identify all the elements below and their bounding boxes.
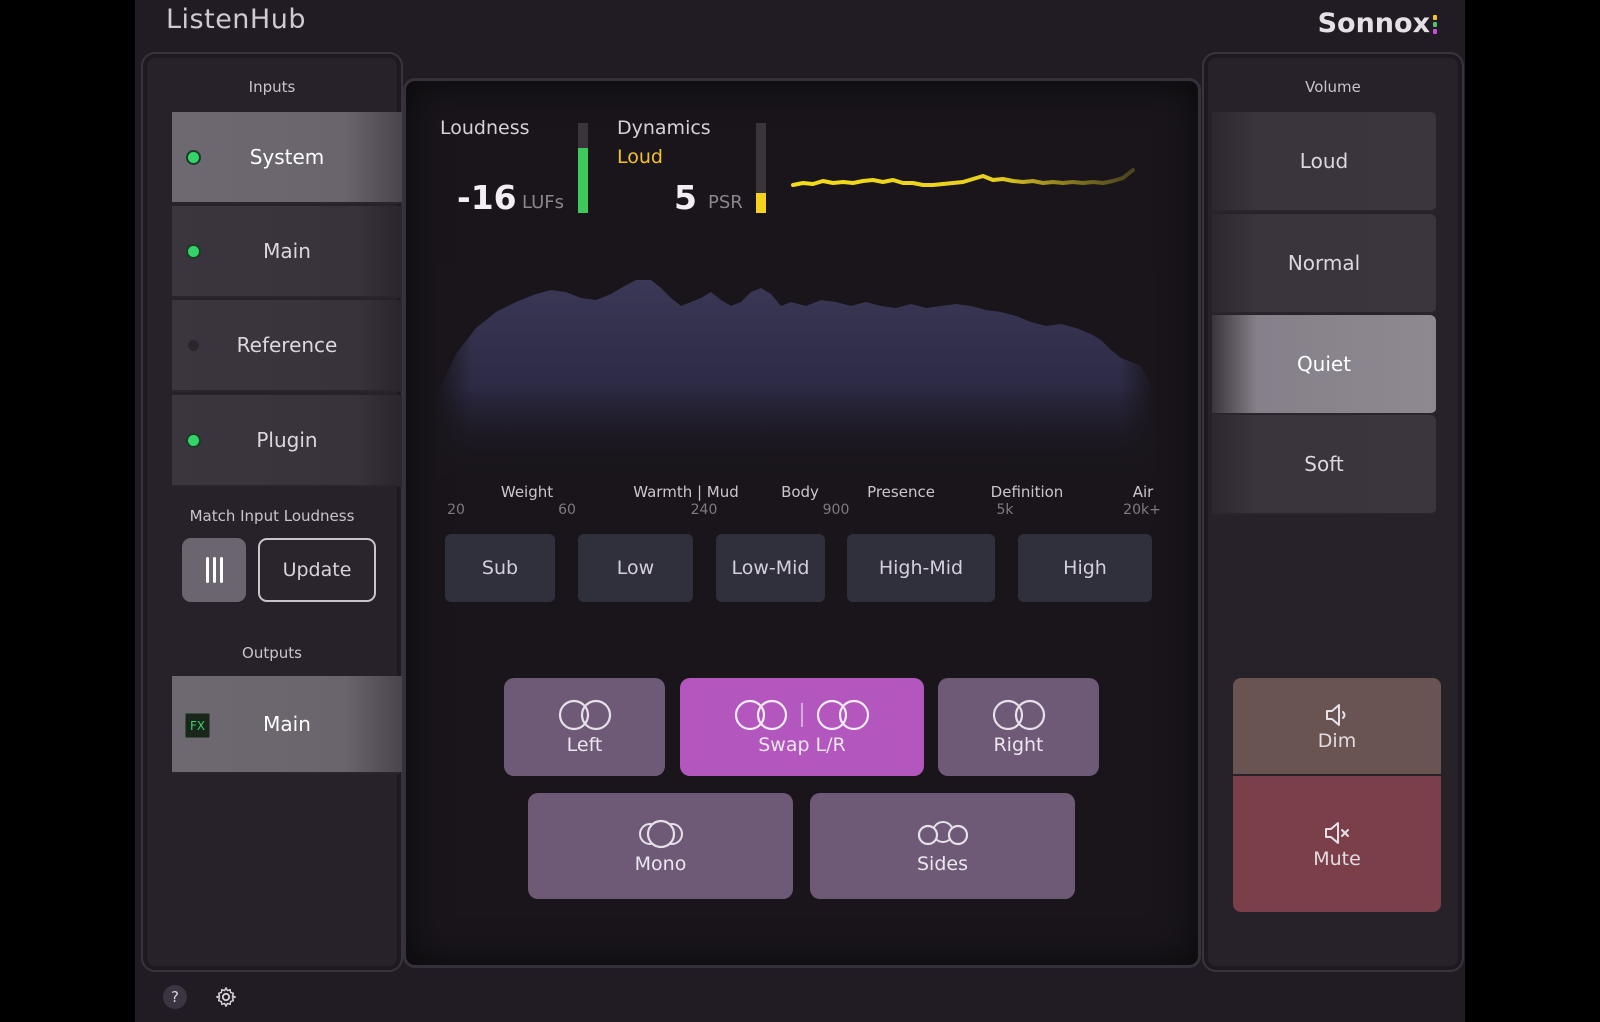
analysis-panel: Loudness -16 LUFs Dynamics Loud 5 PSR We… [403,78,1201,968]
help-icon[interactable]: ? [163,985,187,1009]
monitor-sides-button[interactable]: Sides [810,793,1075,899]
freq-label-20k: 20k+ [1123,502,1161,518]
volume-soft[interactable]: Soft [1212,415,1436,515]
status-indicator [188,152,199,163]
volume-loud[interactable]: Loud [1212,112,1436,212]
update-button[interactable]: Update [258,538,376,602]
input-reference[interactable]: Reference [172,300,402,392]
loudness-label: Loudness [440,117,530,139]
eq-high-button[interactable]: High [1018,534,1152,602]
loudness-meter [578,123,588,213]
output-main[interactable]: FX Main [172,676,402,774]
monitor-left-button[interactable]: Left [504,678,665,776]
status-indicator [188,246,199,257]
speaker-mute-icon [1325,822,1349,844]
output-label: Main [263,712,311,736]
gear-icon-glyph [216,987,236,1007]
band-label-warmth: Warmth | Mud [633,483,739,501]
inputs-label: Inputs [248,78,296,96]
input-label: Plugin [256,428,318,452]
freq-label-5k: 5k [996,502,1014,518]
dynamics-history-graph [791,168,1135,187]
monitor-mono-label: Mono [634,853,687,875]
eq-high-mid-button[interactable]: High-Mid [847,534,995,602]
right-channel-icon [992,699,1045,731]
swap-channels-icon [734,699,870,731]
loudness-unit: LUFs [522,192,565,213]
band-label-weight: Weight [500,483,554,501]
outputs-label: Outputs [242,644,302,662]
volume-panel: Volume Loud Normal Quiet Soft Dim Mute [1202,52,1464,972]
freq-label-60: 60 [558,502,576,518]
status-indicator [188,435,199,446]
loudness-meter-fill [578,148,588,213]
input-main[interactable]: Main [172,206,402,298]
monitor-left-label: Left [566,734,603,756]
dim-label: Dim [1317,730,1357,752]
dynamics-value: 5 [674,178,697,217]
input-plugin[interactable]: Plugin [172,395,402,487]
match-loudness-toggle[interactable] [182,538,246,602]
input-label: Reference [236,333,338,357]
freq-label-20: 20 [447,502,465,518]
app-title: ListenHub [166,4,306,35]
monitor-right-button[interactable]: Right [938,678,1099,776]
status-indicator [188,340,199,351]
monitor-swap-label: Swap L/R [758,734,846,756]
speaker-dim-icon [1326,704,1346,726]
sides-icon [917,821,968,846]
match-loudness-label: Match Input Loudness [189,507,355,525]
freq-label-900: 900 [822,502,850,518]
monitor-swap-button[interactable]: Swap L/R [680,678,924,776]
inputs-panel: Inputs System Main Reference Plugin Matc… [141,52,403,972]
app-window: ListenHub Sonnox Inputs System Main Refe… [135,0,1465,1022]
band-label-definition: Definition [990,483,1064,501]
gear-icon[interactable] [214,985,238,1009]
dynamics-status: Loud [617,146,663,168]
brand-name: Sonnox [1317,8,1430,39]
freq-label-240: 240 [690,502,718,518]
spectrum-graph [436,266,1156,476]
monitor-sides-label: Sides [917,853,968,875]
monitor-right-label: Right [993,734,1044,756]
input-system[interactable]: System [172,112,402,204]
input-label: System [249,145,325,169]
dynamics-meter [756,123,766,213]
mute-label: Mute [1313,848,1361,870]
brand-logo: Sonnox [1318,8,1437,39]
mono-icon [638,819,683,849]
band-label-body: Body [781,483,819,501]
fx-badge: FX [185,713,210,738]
left-channel-icon [558,699,611,731]
brand-dots-icon [1433,15,1437,34]
eq-low-mid-button[interactable]: Low-Mid [716,534,825,602]
monitor-mono-button[interactable]: Mono [528,793,793,899]
dynamics-meter-fill [756,193,766,213]
volume-label: Volume [1305,78,1361,96]
mute-button[interactable]: Mute [1233,776,1441,912]
band-label-air: Air [1132,483,1154,501]
loudness-value: -16 [457,178,517,217]
volume-quiet[interactable]: Quiet [1212,315,1436,415]
input-label: Main [263,239,311,263]
eq-sub-button[interactable]: Sub [445,534,555,602]
eq-low-button[interactable]: Low [578,534,693,602]
dynamics-unit: PSR [708,192,743,213]
dynamics-label: Dynamics [617,117,711,139]
dim-button[interactable]: Dim [1233,678,1441,774]
band-label-presence: Presence [867,483,935,501]
volume-normal[interactable]: Normal [1212,214,1436,314]
